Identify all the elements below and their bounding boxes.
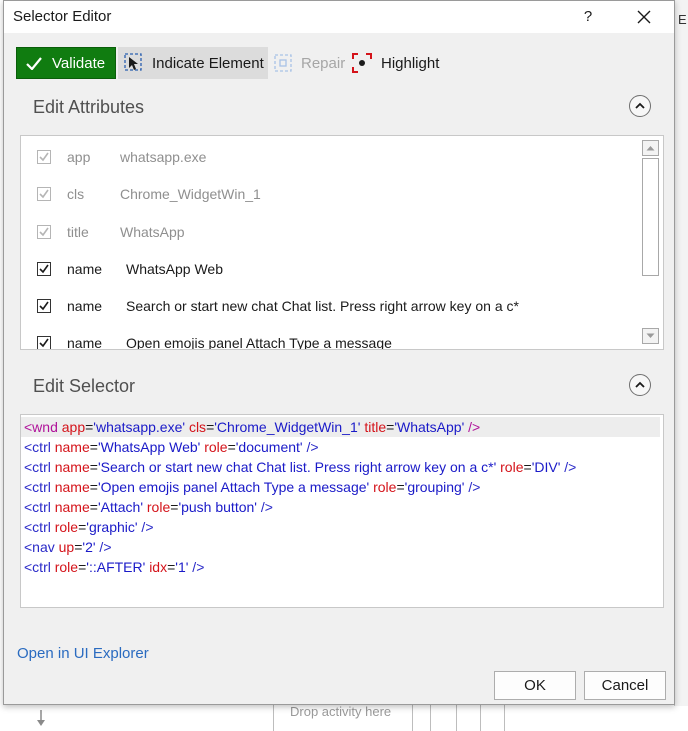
attribute-name: name [67,335,103,350]
selector-line: <ctrl name='WhatsApp Web' role='document… [24,439,319,455]
repair-label: Repair [301,54,346,72]
attribute-value[interactable]: Search or start new chat Chat list. Pres… [126,298,519,314]
selector-line: <wnd app='whatsapp.exe' cls='Chrome_Widg… [21,417,660,437]
selector-line: <ctrl name='Open emojis panel Attach Typ… [24,479,481,495]
background-drop-hint: Drop activity here [290,704,392,719]
title-bar: Selector Editor ? [4,1,674,33]
attribute-checkbox[interactable] [37,299,51,313]
validate-label: Validate [52,54,106,72]
open-in-ui-explorer-link[interactable]: Open in UI Explorer [17,645,149,662]
selector-line: <ctrl name='Search or start new chat Cha… [24,459,577,475]
checkmark-icon [39,301,49,311]
scroll-thumb[interactable] [642,158,659,276]
background-tab-label: E [678,12,687,27]
selector-line: <ctrl name='Attach' role='push button' /… [24,499,273,515]
checkmark-icon [39,338,49,348]
chevron-up-icon [646,146,655,151]
attribute-name: cls [67,186,85,202]
checkmark-icon [39,152,49,162]
highlight-icon [352,53,372,73]
attribute-value: whatsapp.exe [120,149,207,165]
collapse-selector-button[interactable] [629,374,651,396]
pointer-target-icon [124,53,142,71]
highlight-label: Highlight [381,54,440,72]
attribute-value[interactable]: WhatsApp Web [126,261,223,277]
attributes-list: name Open emojis panel Attach Type a mess… [20,135,664,350]
indicate-element-button[interactable]: Indicate Element [118,47,268,79]
repair-button[interactable]: Repair [270,47,348,79]
checkmark-icon [26,56,42,70]
chevron-down-icon [646,333,655,338]
validate-button[interactable]: Validate [16,47,116,79]
attribute-name: title [67,224,89,240]
attribute-name: name [67,298,103,314]
attribute-checkbox [37,150,51,164]
edit-selector-heading: Edit Selector [33,376,136,396]
attribute-value[interactable]: Open emojis panel Attach Type a message [126,335,392,349]
attribute-row[interactable]: name Open emojis panel Attach Type a mess… [21,326,641,350]
indicate-element-label: Indicate Element [152,54,264,72]
attribute-checkbox[interactable] [37,262,51,276]
attribute-name: app [67,149,91,165]
attribute-row[interactable]: name WhatsApp Web [21,252,641,289]
repair-icon [274,54,292,72]
attribute-checkbox [37,225,51,239]
flow-arrow-icon [37,710,45,726]
edit-attributes-heading: Edit Attributes [33,97,145,117]
selector-editor-dialog: Selector Editor ? Validate Indicate Elem… [3,0,675,705]
background-app-panel [674,0,688,731]
selector-text-editor[interactable]: <wnd app='whatsapp.exe' cls='Chrome_Widg… [20,414,664,608]
close-icon [637,10,651,24]
checkmark-icon [39,227,49,237]
selector-line: <ctrl role='::AFTER' idx='1' /> [24,559,205,575]
close-button[interactable] [624,3,664,31]
attribute-value: WhatsApp [120,224,185,240]
attribute-row: cls Chrome_WidgetWin_1 [21,177,641,214]
collapse-attributes-button[interactable] [629,95,651,117]
selector-line: <ctrl role='graphic' /> [24,519,154,535]
help-button[interactable]: ? [576,5,600,29]
ok-button[interactable]: OK [494,671,576,700]
scroll-up-button[interactable] [642,140,659,156]
attribute-row[interactable]: name Search or start new chat Chat list. … [21,289,641,326]
cancel-button[interactable]: Cancel [584,671,666,700]
dialog-title: Selector Editor [13,8,112,25]
attribute-value: Chrome_WidgetWin_1 [120,186,261,202]
attributes-scrollbar[interactable] [640,136,663,349]
selector-line: <nav up='2' /> [24,539,112,555]
attribute-name: name [67,261,103,277]
checkmark-icon [39,264,49,274]
scroll-down-button[interactable] [642,328,659,344]
attribute-row: app whatsapp.exe [21,140,641,177]
chevron-up-icon [635,381,645,388]
highlight-button[interactable]: Highlight [352,47,452,79]
checkmark-icon [39,189,49,199]
attribute-checkbox [37,187,51,201]
attribute-checkbox[interactable] [37,336,51,349]
attribute-row: title WhatsApp [21,215,641,252]
chevron-up-icon [635,102,645,109]
